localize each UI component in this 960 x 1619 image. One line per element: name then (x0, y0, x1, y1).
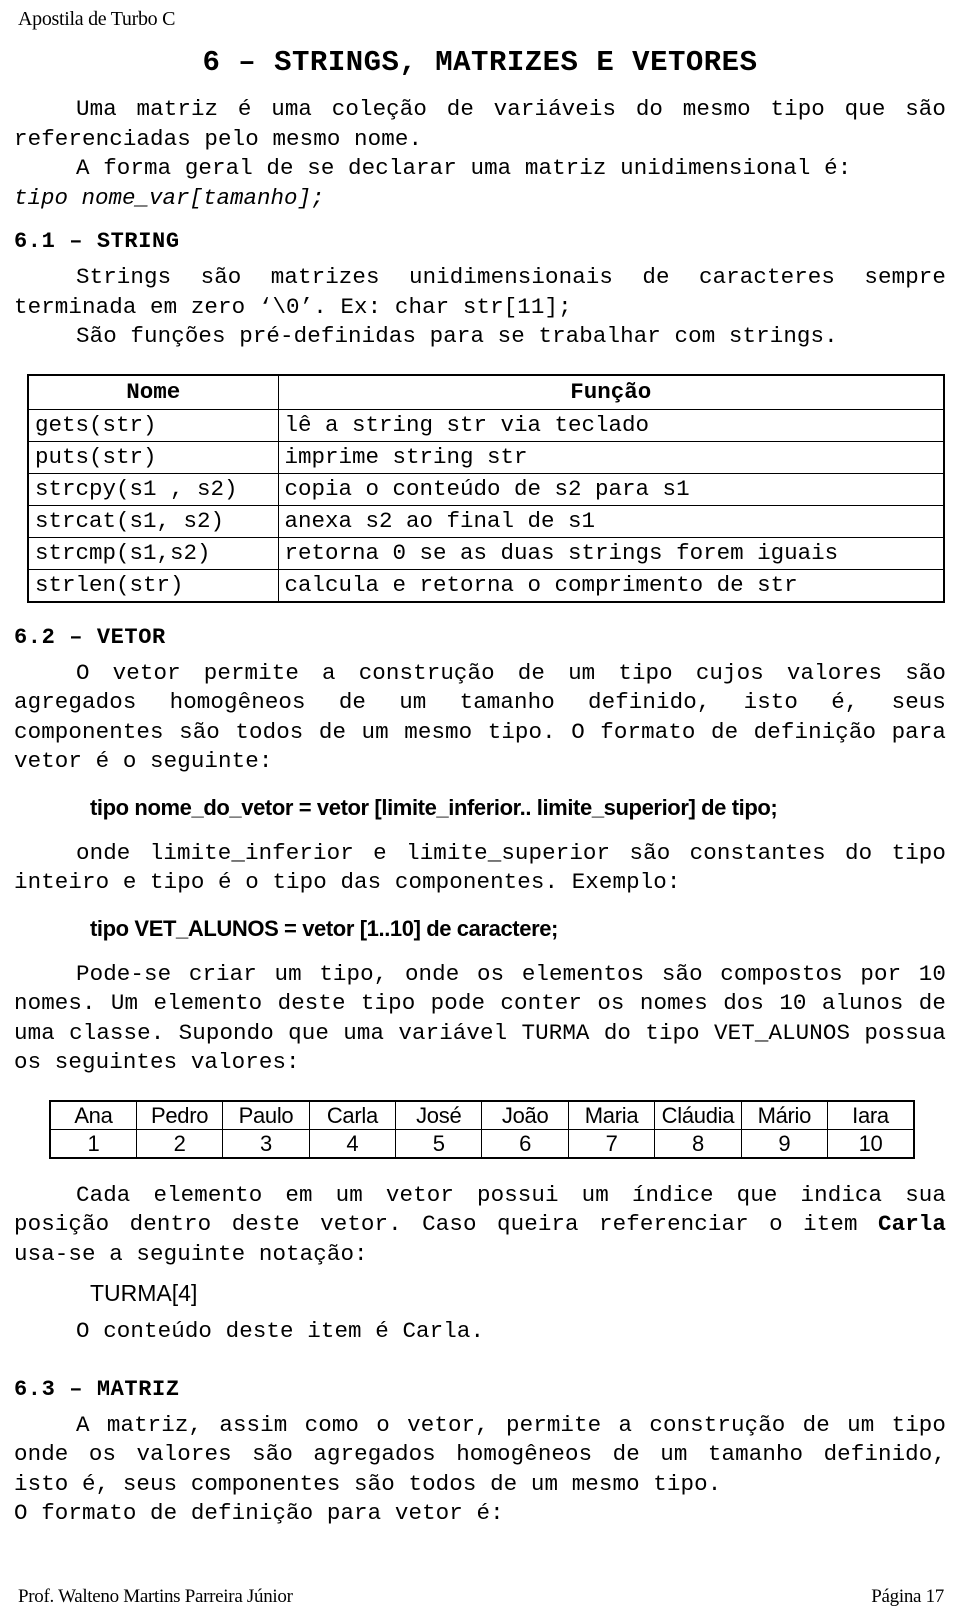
string-paragraph-1: Strings são matrizes unidimensionais de … (14, 264, 946, 320)
footer-page-number: Página 17 (871, 1586, 944, 1607)
table-row: puts(str) imprime string str (27, 440, 945, 474)
vetor-paragraph-1: O vetor permite a construção de um tipo … (14, 659, 946, 775)
chapter-title: 6 – STRINGS, MATRIZES E VETORES (202, 46, 758, 79)
turma-index-cell: 6 (481, 1128, 569, 1158)
section-heading-6-3: 6.3 – MATRIZ (14, 1376, 180, 1402)
turma-name-cell: Mário (740, 1100, 829, 1130)
section-heading-6-2: 6.2 – VETOR (14, 624, 166, 650)
table-row: strlen(str) calcula e retorna o comprime… (27, 568, 945, 602)
column-header-funcao: Função (277, 374, 945, 410)
turma-name-cell: José (395, 1100, 483, 1130)
intro-paragraph-2: A forma geral de se declarar uma matriz … (76, 155, 852, 181)
cell-function-name: strcpy(s1 , s2) (27, 472, 279, 506)
turma-index-cell: 9 (740, 1128, 829, 1158)
cell-function-name: strlen(str) (27, 568, 279, 602)
cell-function-desc: retorna 0 se as duas strings forem iguai… (277, 536, 945, 570)
cell-function-name: gets(str) (27, 408, 279, 442)
table-row: strcmp(s1,s2) retorna 0 se as duas strin… (27, 536, 945, 570)
declaration-syntax: tipo nome_var[tamanho]; (14, 184, 325, 211)
turma-index-cell: 3 (222, 1128, 310, 1158)
cell-function-desc: imprime string str (277, 440, 945, 474)
turma-name-cell: Paulo (222, 1100, 310, 1130)
table-header-row: Nome Função (27, 374, 945, 410)
cell-function-desc: lê a string str via teclado (277, 408, 945, 442)
turma-index-cell: 10 (827, 1128, 915, 1158)
string-functions-table: Nome Função gets(str) lê a string str vi… (27, 373, 945, 603)
string-paragraph-2: São funções pré-definidas para se trabal… (76, 323, 838, 349)
running-header: Apostila de Turbo C (18, 8, 176, 30)
intro-paragraph-1: Uma matriz é uma coleção de variáveis do… (14, 96, 946, 152)
turma-index-cell: 2 (135, 1128, 224, 1158)
document-body: 6 – STRINGS, MATRIZES E VETORES Uma matr… (14, 36, 946, 1529)
vetor-paragraph-5: O conteúdo deste item é Carla. (76, 1318, 485, 1344)
vetor-paragraph-4-pre: Cada elemento em um vetor possui um índi… (14, 1181, 946, 1238)
vetor-paragraph-2: onde limite_inferior e limite_superior s… (14, 839, 946, 896)
matriz-paragraph-1: A matriz, assim como o vetor, permite a … (14, 1411, 946, 1497)
turma-name-cell: Ana (49, 1100, 137, 1130)
cell-function-desc: copia o conteúdo de s2 para s1 (277, 472, 945, 506)
turma-values-table: Ana Pedro Paulo Carla José João Maria Cl… (49, 1099, 915, 1159)
cell-function-desc: anexa s2 ao final de s1 (277, 504, 945, 538)
turma-index-row: 1 2 3 4 5 6 7 8 9 10 (49, 1128, 915, 1158)
turma-name-cell: Iara (827, 1100, 915, 1130)
vetor-item-carla: Carla (877, 1211, 946, 1237)
turma-name-cell: Pedro (135, 1100, 224, 1130)
vetor-notation-line: TURMA[4] (90, 1280, 198, 1306)
cell-function-desc: calcula e retorna o comprimento de str (277, 568, 945, 602)
turma-name-cell: João (481, 1100, 569, 1130)
column-header-nome: Nome (27, 374, 279, 410)
cell-function-name: puts(str) (27, 440, 279, 474)
turma-index-cell: 5 (395, 1128, 483, 1158)
turma-index-cell: 7 (567, 1128, 656, 1158)
turma-index-cell: 8 (654, 1128, 742, 1158)
section-heading-6-1: 6.1 – STRING (14, 229, 180, 254)
vetor-example-line: tipo VET_ALUNOS = vetor [1..10] de carac… (90, 915, 558, 941)
table-row: strcat(s1, s2) anexa s2 ao final de s1 (27, 504, 945, 538)
turma-name-cell: Carla (308, 1100, 397, 1130)
document-footer: Prof. Walteno Martins Parreira Júnior Pá… (18, 1585, 944, 1609)
footer-author: Prof. Walteno Martins Parreira Júnior (18, 1586, 293, 1607)
turma-names-row: Ana Pedro Paulo Carla José João Maria Cl… (49, 1100, 915, 1130)
vetor-paragraph-4: Cada elemento em um vetor possui um índi… (14, 1181, 946, 1270)
vetor-paragraph-4-post: usa-se a seguinte notação: (14, 1240, 368, 1267)
cell-function-name: strcmp(s1,s2) (27, 536, 279, 570)
turma-index-cell: 1 (49, 1128, 137, 1158)
table-row: gets(str) lê a string str via teclado (27, 408, 945, 442)
document-page: Apostila de Turbo C 6 – STRINGS, MATRIZE… (0, 0, 960, 1619)
cell-function-name: strcat(s1, s2) (27, 504, 279, 538)
turma-index-cell: 4 (308, 1128, 397, 1158)
table-row: strcpy(s1 , s2) copia o conteúdo de s2 p… (27, 472, 945, 506)
matriz-paragraph-2: O formato de definição para vetor é: (14, 1500, 504, 1526)
vetor-paragraph-3: Pode-se criar um tipo, onde os elementos… (14, 960, 946, 1076)
turma-name-cell: Cláudia (654, 1100, 742, 1130)
vetor-syntax-line: tipo nome_do_vetor = vetor [limite_infer… (90, 794, 778, 820)
turma-name-cell: Maria (567, 1100, 656, 1130)
